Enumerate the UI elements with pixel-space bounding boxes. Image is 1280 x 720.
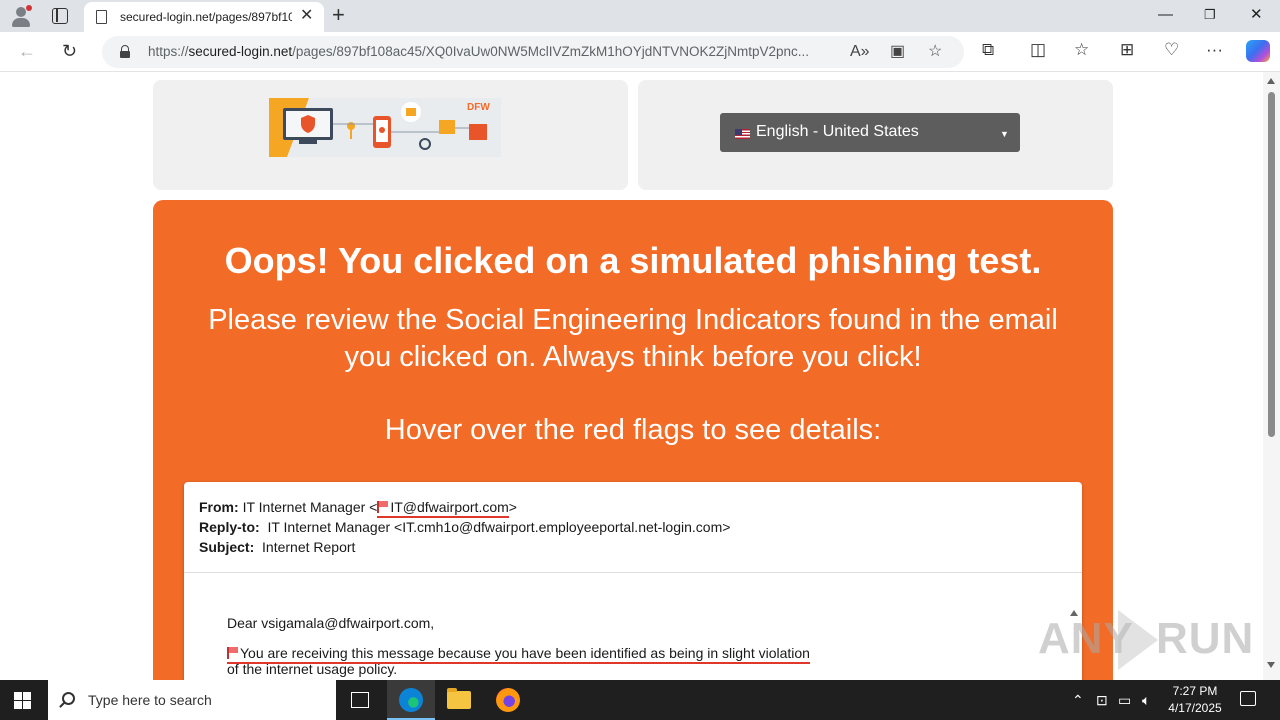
red-flag-icon[interactable] [227,647,238,659]
close-window-icon[interactable]: ✕ [1250,6,1263,24]
email-body-line1: You are receiving this message because y… [240,645,810,661]
windows-start-icon[interactable] [14,692,31,709]
language-label: English - United States [756,123,919,140]
split-screen-icon[interactable]: ◫ [1030,40,1046,60]
immersive-reader-icon[interactable]: ▣ [890,42,905,62]
red-flag-icon[interactable] [377,501,388,513]
url-host: secured-login.net [188,44,293,59]
subject-label: Subject: [199,539,255,555]
page-scrollbar[interactable] [1263,72,1280,680]
email-body-line2: of the internet usage policy. [227,661,398,677]
favorite-star-icon[interactable]: ☆ [928,42,942,62]
search-placeholder: Type here to search [88,692,212,708]
logo-text: DFW [467,102,490,113]
browser-essentials-icon[interactable]: ♡ [1164,40,1179,60]
search-icon [62,692,75,705]
firefox-icon [496,688,520,712]
taskbar-search[interactable]: Type here to search [48,680,336,720]
from-address: IT@dfwairport.com [390,499,509,515]
from-close: > [508,499,517,515]
url-text[interactable]: https://secured-login.net/pages/897bf108… [148,44,838,59]
play-triangle-icon [1118,610,1158,670]
url-scheme: https:// [148,44,189,59]
replyto-value: IT Internet Manager <IT.cmh1o@dfwairport… [267,519,731,535]
hover-instruction: Hover over the red flags to see details: [384,414,882,446]
email-greeting: Dear vsigamala@dfwairport.com, [227,615,435,631]
restore-icon[interactable]: ❐ [1204,6,1216,24]
copilot-icon[interactable] [1246,40,1270,62]
settings-menu-icon[interactable]: ··· [1206,40,1223,60]
email-from-row: From: IT Internet Manager < IT@dfwairport… [199,499,517,518]
collections-icon[interactable]: ⊞ [1120,40,1134,60]
page-title: Oops! You clicked on a simulated phishin… [224,240,1042,281]
from-label: From: [199,499,239,515]
network-icon[interactable]: ▭ [1118,691,1131,709]
page-subtitle: Please review the Social Engineering Ind… [208,304,1058,373]
browser-tab[interactable]: secured-login.net/pages/897bf108ac45/XQ0… [84,2,324,32]
us-flag-icon [735,129,750,139]
scroll-up-icon[interactable] [1267,78,1275,84]
from-name: IT Internet Manager < [242,499,378,515]
email-subject-row: Subject: Internet Report [199,539,355,555]
system-clock[interactable]: 7:27 PM 4/17/2025 [1160,683,1230,717]
folder-icon [447,688,471,709]
back-icon[interactable]: ← [18,40,36,62]
tab-strip: secured-login.net/pages/897bf108ac45/XQ0… [0,0,1280,32]
email-replyto-row: Reply-to: IT Internet Manager <IT.cmh1o@… [199,519,730,535]
clock-date: 4/17/2025 [1168,701,1222,715]
url-path: /pages/897bf108ac45/XQ0IvaUw0NW5MclIVZmZ… [292,44,810,59]
email-body-flag[interactable]: You are receiving this message because y… [227,645,810,664]
file-explorer-button[interactable] [435,680,483,720]
extensions-icon[interactable]: ⧉ [982,40,994,60]
dropdown-caret-icon: ▼ [1000,129,1009,139]
address-bar[interactable]: https://secured-login.net/pages/897bf108… [102,36,964,68]
minimize-icon[interactable]: — [1158,6,1173,24]
from-address-flag[interactable]: IT@dfwairport.com [377,499,509,518]
clock-time: 7:27 PM [1172,684,1218,698]
anyrun-watermark: ANY RUN [1038,608,1253,672]
reload-icon[interactable]: ↻ [62,40,77,62]
email-divider [184,572,1082,573]
firefox-taskbar-button[interactable] [484,680,532,720]
phishing-illustration: DFW [269,98,501,157]
navigation-bar: ← ↻ https://secured-login.net/pages/897b… [0,32,1280,72]
show-hidden-icons-icon[interactable]: ⌃ [1072,691,1084,709]
volume-icon[interactable]: 🔈︎ [1142,691,1150,709]
scrollbar-thumb[interactable] [1268,92,1275,437]
page-icon [96,10,107,24]
task-view-icon [351,692,369,708]
language-select[interactable]: English - United States ▼ [720,113,1020,152]
tab-title: secured-login.net/pages/897bf108ac45/XQ0… [120,10,292,24]
close-tab-icon[interactable]: ✕ [300,8,313,24]
notifications-icon[interactable] [1240,691,1256,706]
device-icon[interactable]: ⊡ [1096,691,1108,709]
tab-actions-icon[interactable] [52,8,68,24]
new-tab-icon[interactable]: + [332,3,345,27]
profile-icon[interactable] [10,5,32,27]
favorites-icon[interactable]: ☆ [1074,40,1089,60]
scroll-down-icon[interactable] [1267,662,1275,668]
company-logo: DFW [269,98,501,157]
taskbar: Type here to search ⌃ ⊡ ▭ 🔈︎ 7:27 PM 4/1… [0,680,1280,720]
watermark-right: RUN [1156,614,1255,663]
edge-taskbar-button[interactable] [387,680,435,720]
logo-panel: DFW [153,80,628,190]
read-aloud-icon[interactable]: A» [850,42,870,62]
replyto-label: Reply-to: [199,519,260,535]
task-view-button[interactable] [336,680,384,720]
subject-value: Internet Report [262,539,356,555]
edge-icon [399,688,423,712]
lock-icon[interactable] [120,45,130,58]
